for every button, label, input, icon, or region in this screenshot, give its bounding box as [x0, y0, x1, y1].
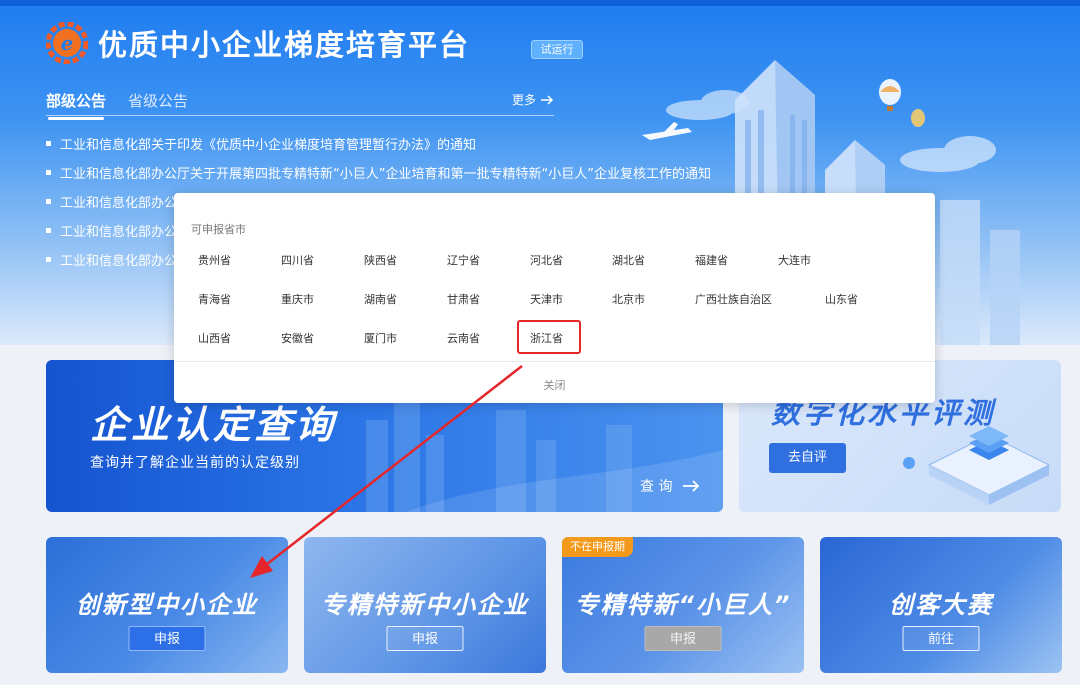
arrow-right-icon [683, 480, 700, 492]
popup-title: 可申报省市 [191, 223, 246, 236]
region-item[interactable]: 辽宁省 [447, 252, 480, 268]
region-item[interactable]: 甘肃省 [447, 291, 480, 307]
arrow-right-icon [541, 94, 554, 105]
specialized-sme-card[interactable]: 专精特新中小企业 申报 [304, 537, 546, 673]
query-link[interactable]: 查 询 [640, 476, 700, 496]
notice-item[interactable]: 工业和信息化部办公厅关于开展第四批专精特新“小巨人”企业培育和第一批专精特新“小… [46, 163, 746, 192]
apply-button[interactable]: 申报 [128, 626, 206, 651]
apply-button-disabled: 申报 [644, 626, 722, 651]
site-title[interactable]: 优质中小企业梯度培育平台 [98, 22, 470, 64]
region-item[interactable]: 广西壮族自治区 [695, 291, 772, 307]
innovative-sme-card[interactable]: 创新型中小企业 申报 [46, 537, 288, 673]
card-title: 专精特新“小巨人” [574, 591, 792, 619]
region-item[interactable]: 福建省 [695, 252, 728, 268]
highlight-box [517, 320, 581, 354]
region-item[interactable]: 四川省 [281, 252, 314, 268]
more-link[interactable]: 更多 [512, 91, 554, 108]
region-item[interactable]: 贵州省 [198, 252, 231, 268]
tab-ministry-announcements[interactable]: 部级公告 [46, 90, 106, 120]
more-label: 更多 [511, 93, 536, 107]
region-item[interactable]: 湖北省 [612, 252, 645, 268]
region-item[interactable]: 云南省 [447, 330, 480, 346]
go-button[interactable]: 前往 [902, 626, 980, 651]
region-popup: 可申报省市 贵州省 四川省 陕西省 辽宁省 河北省 湖北省 福建省 大连市 青海… [174, 193, 935, 403]
maker-contest-card[interactable]: 创客大赛 前往 [820, 537, 1062, 673]
region-item[interactable]: 重庆市 [281, 291, 314, 307]
region-item[interactable]: 河北省 [530, 252, 563, 268]
region-item[interactable]: 山东省 [825, 291, 858, 307]
announcement-tabs: 部级公告 省级公告 更多 [46, 88, 554, 120]
trial-badge: 试运行 [531, 40, 583, 59]
card-title: 专精特新中小企业 [321, 591, 529, 619]
little-giant-card[interactable]: 不在申报期 专精特新“小巨人” 申报 [562, 537, 804, 673]
region-item[interactable]: 陕西省 [364, 252, 397, 268]
region-item[interactable]: 安徽省 [281, 330, 314, 346]
card-title: 创客大赛 [889, 591, 993, 619]
isometric-platform-illustration [903, 426, 1051, 505]
region-item[interactable]: 北京市 [612, 291, 645, 307]
region-item[interactable]: 山西省 [198, 330, 231, 346]
region-item[interactable]: 湖南省 [364, 291, 397, 307]
query-link-label: 查 询 [640, 479, 673, 495]
brand: e 优质中小企业梯度培育平台 [45, 21, 470, 65]
region-item[interactable]: 厦门市 [364, 330, 397, 346]
e-gear-logo-icon[interactable]: e [45, 21, 89, 65]
popup-divider [174, 361, 935, 362]
close-button[interactable]: 关闭 [174, 377, 935, 393]
status-badge: 不在申报期 [562, 537, 633, 557]
top-strip [0, 0, 1080, 6]
tab-provincial-announcements[interactable]: 省级公告 [128, 90, 188, 111]
svg-text:e: e [61, 31, 74, 55]
notice-item[interactable]: 工业和信息化部关于印发《优质中小企业梯度培育管理暂行办法》的通知 [46, 134, 746, 163]
region-item[interactable]: 天津市 [530, 291, 563, 307]
region-item[interactable]: 青海省 [198, 291, 231, 307]
query-card-subtitle: 查询并了解企业当前的认定级别 [90, 455, 300, 471]
apply-button[interactable]: 申报 [386, 626, 464, 651]
card-title: 创新型中小企业 [76, 591, 258, 619]
self-evaluate-button[interactable]: 去自评 [769, 443, 846, 473]
region-item[interactable]: 大连市 [778, 252, 811, 268]
